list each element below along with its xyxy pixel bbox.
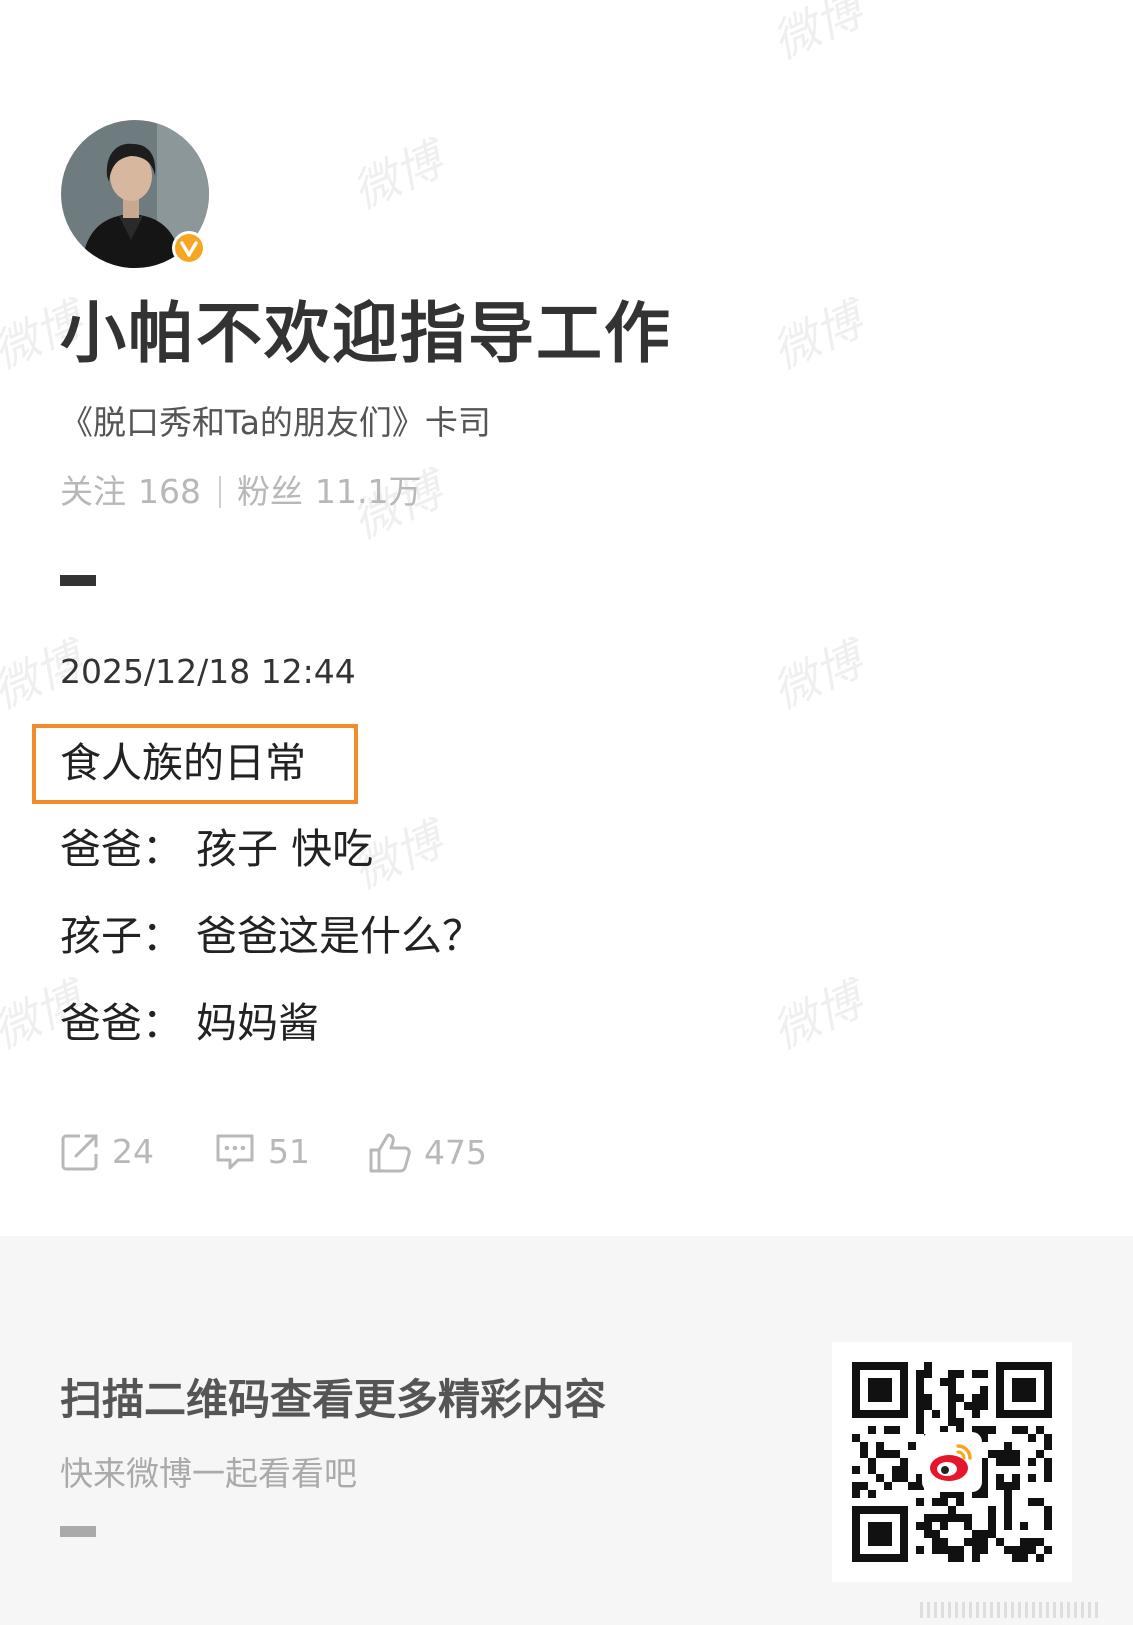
weibo-logo-icon bbox=[922, 1432, 982, 1492]
avatar[interactable] bbox=[61, 120, 209, 268]
like-icon bbox=[369, 1133, 411, 1173]
post-line: 爸爸： 孩子 快吃 bbox=[60, 825, 374, 873]
comment-count: 51 bbox=[268, 1132, 310, 1171]
stats-divider bbox=[219, 476, 221, 508]
watermark: 微博 bbox=[764, 292, 871, 380]
following-count[interactable]: 168 bbox=[138, 472, 201, 512]
watermark: 微博 bbox=[344, 132, 451, 220]
profile-description: 《脱口秀和Ta的朋友们》卡司 bbox=[60, 403, 491, 442]
qr-code[interactable] bbox=[832, 1342, 1072, 1582]
footer-divider bbox=[60, 1526, 96, 1537]
footer-subtitle: 快来微博一起看看吧 bbox=[60, 1454, 357, 1493]
followers-label[interactable]: 粉丝 bbox=[237, 472, 303, 512]
verified-icon bbox=[172, 231, 206, 265]
profile-stats: 关注 168 粉丝 11.1万 bbox=[60, 472, 421, 512]
followers-count[interactable]: 11.1万 bbox=[315, 472, 421, 512]
repost-count: 24 bbox=[112, 1132, 154, 1171]
comment-icon bbox=[216, 1134, 254, 1170]
watermark: 微博 bbox=[764, 632, 871, 720]
footer-panel: 扫描二维码查看更多精彩内容 快来微博一起看看吧 bbox=[0, 1236, 1133, 1625]
bottom-marks bbox=[920, 1602, 1098, 1618]
like-button[interactable]: 475 bbox=[368, 1132, 487, 1174]
repost-icon bbox=[61, 1134, 98, 1171]
post-timestamp: 2025/12/18 12:44 bbox=[60, 652, 356, 691]
watermark: 微博 bbox=[764, 0, 871, 70]
post-title: 食人族的日常 bbox=[60, 739, 306, 787]
like-count: 475 bbox=[424, 1133, 487, 1172]
watermark: 微博 bbox=[764, 972, 871, 1060]
post-line: 爸爸： 妈妈酱 bbox=[60, 999, 320, 1047]
post-line: 孩子： 爸爸这是什么？ bbox=[60, 912, 484, 960]
footer-title: 扫描二维码查看更多精彩内容 bbox=[60, 1375, 607, 1424]
profile-name[interactable]: 小帕不欢迎指导工作 bbox=[60, 294, 672, 374]
section-divider bbox=[60, 575, 96, 586]
following-label[interactable]: 关注 bbox=[60, 472, 126, 512]
comment-button[interactable]: 51 bbox=[214, 1132, 310, 1172]
repost-button[interactable]: 24 bbox=[60, 1132, 154, 1172]
